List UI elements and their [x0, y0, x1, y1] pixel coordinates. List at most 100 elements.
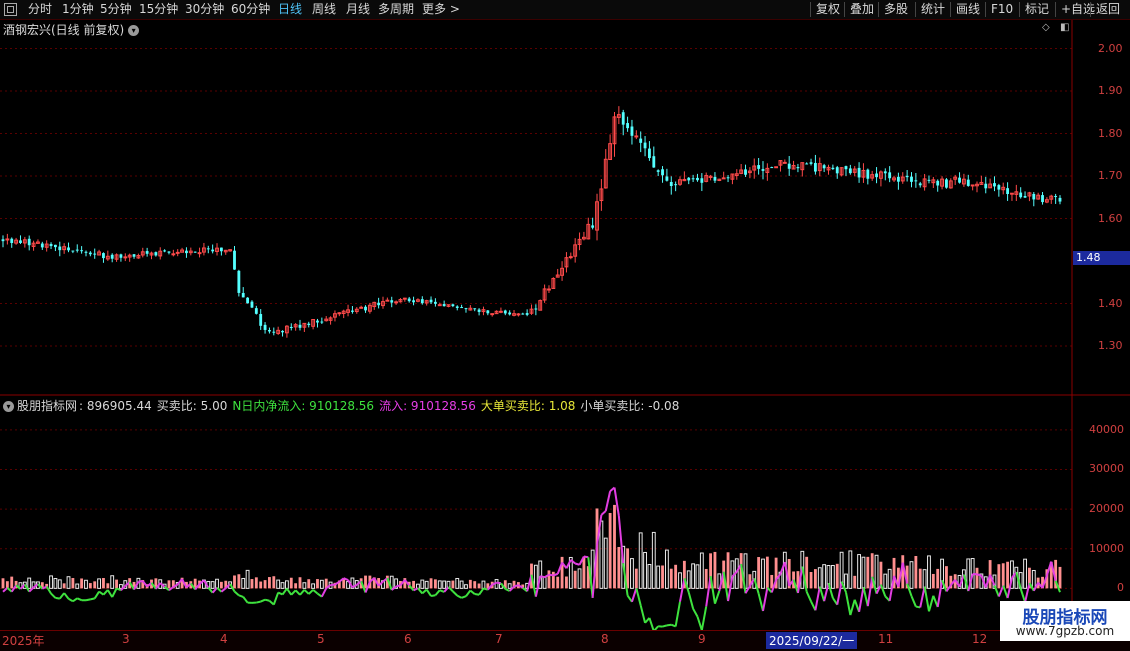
- candle-body: [71, 251, 74, 252]
- candle-body: [1019, 193, 1022, 198]
- flow-line-segment: [925, 587, 929, 612]
- candle-body: [762, 169, 765, 171]
- candle-body: [85, 252, 88, 253]
- candle-body: [958, 178, 961, 183]
- flow-line-segment: [601, 511, 605, 515]
- candle-body: [395, 302, 398, 303]
- volume-bar: [1006, 562, 1009, 589]
- volume-bar: [670, 569, 673, 589]
- flow-line-segment: [829, 583, 833, 598]
- volume-bar: [268, 577, 271, 588]
- candle-body: [622, 112, 625, 124]
- candle-body: [814, 163, 817, 172]
- volume-bar: [762, 559, 765, 588]
- volume-bar: [644, 552, 647, 588]
- candle-body: [172, 254, 175, 255]
- flow-line-segment: [77, 598, 81, 600]
- candle-body: [386, 300, 389, 301]
- flow-line-segment: [47, 586, 51, 593]
- flow-line-segment: [256, 602, 260, 603]
- volume-bar: [849, 551, 852, 588]
- volume-bar: [928, 556, 931, 588]
- date-label: 5: [317, 632, 325, 646]
- volume-bar: [98, 579, 101, 588]
- volume-bar: [290, 578, 293, 589]
- candle-body: [320, 322, 323, 323]
- volume-bar: [451, 581, 454, 589]
- flow-line-segment: [418, 588, 422, 593]
- volume-bar: [914, 556, 917, 588]
- flow-line-segment: [606, 491, 610, 511]
- flow-line-segment: [850, 600, 854, 615]
- volume-bar: [255, 577, 258, 588]
- flow-line-segment: [632, 588, 636, 602]
- flow-line-segment: [278, 593, 282, 595]
- price-chart[interactable]: [0, 0, 1130, 650]
- date-label: 2025年: [2, 632, 45, 649]
- price-tick-label: 1.80: [1098, 127, 1123, 140]
- volume-bar: [866, 557, 869, 588]
- volume-bar: [364, 576, 367, 589]
- candle-body: [242, 293, 245, 297]
- flow-line-segment: [352, 585, 356, 588]
- candle-body: [1041, 195, 1044, 202]
- candle-body: [500, 311, 503, 312]
- volume-tick-label: 20000: [1080, 502, 1124, 515]
- candle-body: [770, 167, 773, 168]
- candle-body: [910, 177, 913, 182]
- candle-body: [631, 127, 634, 136]
- volume-bar: [425, 581, 428, 588]
- volume-bar: [578, 569, 581, 588]
- candle-body: [722, 178, 725, 179]
- volume-bar: [823, 565, 826, 589]
- candle-body: [919, 183, 922, 185]
- volume-bar: [303, 583, 306, 589]
- candle-body: [692, 178, 695, 179]
- date-label: 7: [495, 632, 503, 646]
- volume-bar: [251, 579, 254, 588]
- volume-bar: [548, 570, 551, 588]
- candle-body: [198, 253, 201, 254]
- volume-bar: [469, 580, 472, 588]
- candle-body: [377, 303, 380, 305]
- volume-bar: [106, 583, 109, 588]
- candle-body: [290, 327, 293, 328]
- candle-body: [111, 255, 114, 259]
- flow-line-segment: [396, 585, 400, 586]
- volume-bar: [574, 571, 577, 589]
- flow-line-segment: [440, 590, 444, 592]
- volume-bar: [93, 581, 96, 588]
- candle-body: [521, 314, 524, 315]
- volume-tick-label: 30000: [1080, 462, 1124, 475]
- volume-bar: [246, 570, 249, 588]
- volume-bar: [875, 555, 878, 588]
- volume-bar: [989, 560, 992, 588]
- candle-body: [858, 168, 861, 178]
- candle-body: [50, 244, 53, 246]
- volume-bar: [307, 579, 310, 588]
- volume-bar: [936, 569, 939, 588]
- volume-bar: [923, 570, 926, 589]
- candle-body: [163, 250, 166, 251]
- candle-body: [639, 139, 642, 143]
- volume-bar: [120, 585, 123, 589]
- candle-body: [788, 164, 791, 169]
- flow-line-segment: [427, 590, 431, 596]
- volume-tick-label: 10000: [1080, 542, 1124, 555]
- flow-line-segment: [313, 590, 317, 594]
- flow-line-segment: [108, 590, 112, 597]
- candle-body: [508, 313, 511, 315]
- flow-line-segment: [479, 588, 483, 594]
- flow-line-segment: [859, 587, 863, 612]
- candle-body: [76, 250, 79, 251]
- candle-body: [451, 304, 454, 306]
- date-label: 8: [601, 632, 609, 646]
- flow-line-segment: [1016, 572, 1020, 589]
- candle-body: [146, 251, 149, 254]
- volume-bar: [727, 552, 730, 588]
- flow-line-segment: [160, 583, 164, 587]
- flow-line-segment: [663, 625, 667, 626]
- candle-body: [360, 307, 363, 308]
- candle-body: [460, 307, 463, 308]
- volume-bar: [478, 584, 481, 589]
